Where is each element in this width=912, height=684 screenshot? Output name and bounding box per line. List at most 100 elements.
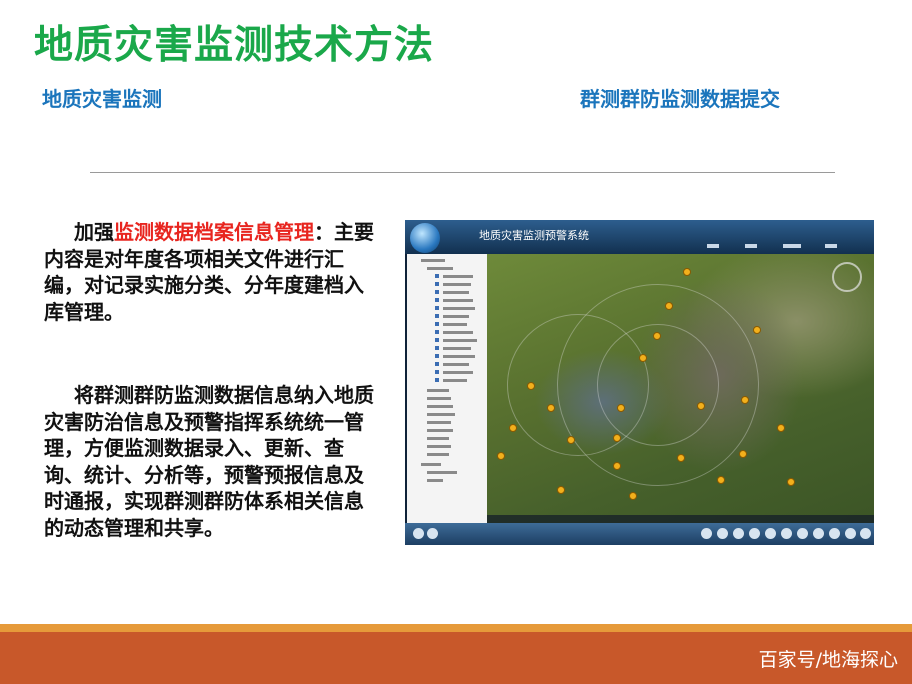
globe-logo-icon	[410, 223, 440, 253]
hazard-point-marker	[741, 396, 749, 404]
tree-row	[427, 267, 453, 270]
watermark: 百家号/地海探心	[758, 649, 898, 671]
section-heading-left: 地质灾害监测	[42, 87, 162, 111]
tool-icon	[749, 528, 760, 539]
paragraph-system-integration: 将群测群防监测数据信息纳入地质灾害防治信息及预警指挥系统统一管理，方便监测数据录…	[44, 382, 379, 541]
checkbox-icon	[435, 354, 439, 358]
tree-row	[427, 471, 457, 474]
hazard-point-marker	[497, 452, 505, 460]
tool-icon	[427, 528, 438, 539]
tree-row	[443, 379, 467, 382]
tree-row	[427, 413, 455, 416]
tool-icon	[845, 528, 856, 539]
tree-row	[427, 479, 443, 482]
hazard-point-marker	[547, 404, 555, 412]
hazard-point-marker	[617, 404, 625, 412]
tree-row	[427, 389, 449, 392]
tree-row	[427, 397, 451, 400]
checkbox-icon	[435, 306, 439, 310]
satellite-map	[487, 254, 874, 523]
tool-icon	[765, 528, 776, 539]
tree-row	[443, 331, 473, 334]
checkbox-icon	[435, 298, 439, 302]
tree-row	[443, 307, 475, 310]
paragraph-archive-management: 加强监测数据档案信息管理：主要内容是对年度各项相关文件进行汇编，对记录实施分类、…	[44, 219, 379, 325]
checkbox-icon	[435, 370, 439, 374]
coordinate-status-bar	[487, 515, 874, 523]
section-heading-right: 群测群防监测数据提交	[580, 87, 780, 111]
tree-row	[443, 283, 471, 286]
tree-row	[443, 347, 471, 350]
checkbox-icon	[435, 330, 439, 334]
checkbox-icon	[435, 362, 439, 366]
hazard-point-marker	[509, 424, 517, 432]
layer-tree-panel	[407, 254, 487, 523]
hazard-point-marker	[683, 268, 691, 276]
tool-icon	[797, 528, 808, 539]
divider	[90, 172, 835, 173]
checkbox-icon	[435, 322, 439, 326]
tree-row	[427, 453, 449, 456]
checkbox-icon	[435, 378, 439, 382]
app-title: 地质灾害监测预警系统	[479, 229, 589, 242]
paragraph-body: 将群测群防监测数据信息纳入地质灾害防治信息及预警指挥系统统一管理，方便监测数据录…	[44, 383, 374, 540]
highlight-text: 监测数据档案信息管理	[114, 220, 314, 244]
hazard-point-marker	[739, 450, 747, 458]
menu-item	[825, 244, 837, 248]
map-toolbar	[405, 523, 874, 545]
tree-row	[427, 437, 449, 440]
tool-icon	[813, 528, 824, 539]
tree-row	[427, 445, 451, 448]
hazard-point-marker	[665, 302, 673, 310]
tool-icon	[781, 528, 792, 539]
checkbox-icon	[435, 346, 439, 350]
hazard-point-marker	[639, 354, 647, 362]
hazard-point-marker	[777, 424, 785, 432]
paragraph-prefix: 加强	[74, 220, 114, 244]
menu-item	[783, 244, 801, 248]
tree-row	[427, 405, 453, 408]
hazard-point-marker	[629, 492, 637, 500]
hazard-point-marker	[557, 486, 565, 494]
checkbox-icon	[435, 282, 439, 286]
hazard-point-marker	[567, 436, 575, 444]
checkbox-icon	[435, 274, 439, 278]
hazard-point-marker	[653, 332, 661, 340]
tree-row	[443, 299, 473, 302]
tree-row	[443, 275, 473, 278]
checkbox-icon	[435, 338, 439, 342]
hazard-point-marker	[753, 326, 761, 334]
hazard-point-marker	[787, 478, 795, 486]
menu-item	[745, 244, 757, 248]
tool-icon	[717, 528, 728, 539]
tool-icon	[829, 528, 840, 539]
tree-row	[443, 323, 467, 326]
tree-row	[443, 371, 473, 374]
tree-row	[443, 291, 469, 294]
tree-row	[427, 421, 451, 424]
tree-row	[443, 339, 477, 342]
hazard-point-marker	[717, 476, 725, 484]
tool-icon	[733, 528, 744, 539]
page-title: 地质灾害监测技术方法	[34, 23, 435, 68]
hazard-point-marker	[527, 382, 535, 390]
tree-row	[443, 315, 469, 318]
tool-icon	[701, 528, 712, 539]
checkbox-icon	[435, 314, 439, 318]
checkbox-icon	[435, 290, 439, 294]
tree-row	[421, 259, 445, 262]
tree-row	[443, 363, 469, 366]
tree-row	[427, 429, 453, 432]
tool-icon	[413, 528, 424, 539]
footer-accent-band	[0, 624, 912, 632]
compass-icon	[832, 262, 862, 292]
hazard-point-marker	[697, 402, 705, 410]
hazard-point-marker	[613, 462, 621, 470]
app-titlebar: 地质灾害监测预警系统	[405, 220, 874, 254]
embedded-app-screenshot: 地质灾害监测预警系统	[405, 220, 874, 545]
tool-icon	[860, 528, 871, 539]
footer-bar: 百家号/地海探心	[0, 632, 912, 684]
menu-item	[707, 244, 719, 248]
hazard-point-marker	[677, 454, 685, 462]
hazard-point-marker	[613, 434, 621, 442]
